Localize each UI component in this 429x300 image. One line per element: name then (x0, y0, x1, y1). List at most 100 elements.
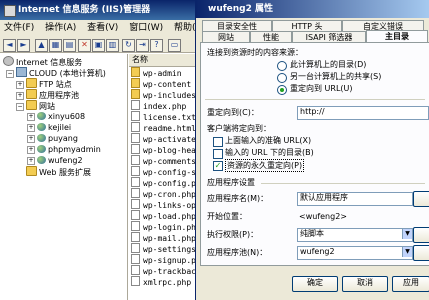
list-item[interactable]: wp-activate.php (131, 133, 195, 144)
properties-icon[interactable]: ▤ (63, 39, 76, 52)
refresh-icon[interactable]: ↻ (122, 39, 135, 52)
exec-permissions-select[interactable]: 纯脚本 ▼ (297, 228, 413, 242)
menu-bar: 文件(F) 操作(A) 查看(V) 窗口(W) 帮助(H) (0, 20, 195, 37)
website-icon (37, 134, 46, 142)
list-item[interactable]: wp-login.php (131, 221, 195, 232)
dialog-title: wufeng2 属性 (208, 4, 273, 14)
list-item[interactable]: wp-signup.php (131, 254, 195, 265)
file-icon (131, 221, 140, 231)
app-pool-value: wufeng2 (300, 247, 335, 256)
checkbox-below-url[interactable] (213, 149, 223, 159)
expand-icon[interactable]: + (27, 157, 35, 165)
configure-button-partial[interactable] (413, 227, 429, 243)
list-item[interactable]: wp-blog-header.php (131, 144, 195, 155)
exec-permissions-label: 执行权限(P)： (207, 230, 259, 239)
tree-node-site-selected[interactable]: + wufeng2 (27, 155, 83, 166)
list-item[interactable]: index.php (131, 100, 186, 111)
tree-node-server[interactable]: − CLOUD (本地计算机) (6, 67, 106, 78)
redirect-url-input[interactable]: http:// (297, 106, 429, 120)
radio-local-directory[interactable] (277, 61, 287, 71)
radio-redirect-url-label: 重定向到 URL(U) (290, 84, 353, 93)
menu-view[interactable]: 查看(V) (83, 20, 122, 37)
radio-redirect-url[interactable] (277, 85, 287, 95)
menu-action[interactable]: 操作(A) (41, 20, 80, 37)
apply-button[interactable]: 应用 (392, 276, 429, 292)
list-item[interactable]: wp-config-sample.php (131, 166, 195, 177)
tree-node-site[interactable]: + phpmyadmin (27, 144, 101, 155)
client-send-label: 客户端将定向到： (207, 124, 271, 133)
file-icon (131, 199, 140, 209)
file-icon (131, 100, 140, 110)
expand-icon[interactable]: + (27, 124, 35, 132)
folder-icon (26, 100, 37, 110)
list-item[interactable]: wp-cron.php (131, 188, 195, 199)
app-settings-label: 应用程序设置 (207, 178, 255, 187)
file-icon (131, 210, 140, 220)
delete-icon[interactable]: ✕ (78, 39, 91, 52)
checkbox-exact-url[interactable] (213, 137, 223, 147)
tree-node-websites[interactable]: − 网站 (16, 100, 55, 111)
file-icon (131, 111, 140, 121)
collapse-icon[interactable]: − (16, 103, 24, 111)
tree-node-site[interactable]: + kejilei (27, 122, 71, 133)
cancel-button[interactable]: 取消 (342, 276, 388, 292)
menu-help[interactable]: 帮助(H) (170, 20, 195, 37)
main-window-titlebar: Internet 信息服务 (IIS)管理器 (0, 0, 195, 20)
expand-icon[interactable]: + (27, 113, 35, 121)
checkbox-permanent-redirect[interactable]: ✓ (213, 161, 223, 171)
computer-icon[interactable]: ▭ (168, 39, 181, 52)
chevron-down-icon[interactable]: ▼ (402, 229, 412, 239)
up-folder-icon[interactable]: ▲ (35, 39, 48, 52)
list-item[interactable]: wp-comments-post.php (131, 155, 195, 166)
menu-window[interactable]: 窗口(W) (125, 20, 167, 37)
export-icon[interactable]: ⇥ (136, 39, 149, 52)
list-item[interactable]: readme.html (131, 122, 195, 133)
expand-icon[interactable]: + (16, 81, 24, 89)
show-tree-icon[interactable]: ▦ (49, 39, 62, 52)
list-item[interactable]: wp-settings.php (131, 243, 195, 254)
list-item[interactable]: wp-includes (131, 89, 195, 100)
copy-icon[interactable]: ▣ (92, 39, 105, 52)
tree-node-web-extensions[interactable]: Web 服务扩展 (16, 166, 91, 177)
list-item[interactable]: xmlrpc.php (131, 276, 191, 287)
back-icon[interactable]: ◄ (3, 39, 16, 52)
list-item[interactable]: wp-mail.php (131, 232, 195, 243)
list-item[interactable]: wp-admin (131, 67, 182, 78)
folder-icon (26, 78, 37, 88)
column-header-name[interactable]: 名称 (129, 54, 195, 67)
list-item[interactable]: wp-links-opml.php (131, 199, 195, 210)
paste-icon[interactable]: ▥ (106, 39, 119, 52)
collapse-icon[interactable]: − (6, 70, 14, 78)
list-item[interactable]: wp-trackback.php (131, 265, 195, 276)
expand-icon[interactable]: + (27, 146, 35, 154)
radio-network-share[interactable] (277, 73, 287, 83)
website-icon (37, 123, 46, 131)
forward-icon[interactable]: ► (17, 39, 30, 52)
expand-icon[interactable]: + (16, 92, 24, 100)
list-item[interactable]: wp-config.php (131, 177, 195, 188)
site-tree: Internet 信息服务 − CLOUD (本地计算机) + FTP 站点 + 应用… (0, 54, 128, 300)
tree-node-app-pools[interactable]: + 应用程序池 (16, 89, 79, 100)
expand-icon[interactable]: + (27, 135, 35, 143)
tree-node-site[interactable]: + xinyu608 (27, 111, 85, 122)
app-pool-select[interactable]: wufeng2 ▼ (297, 246, 413, 260)
computer-icon (16, 67, 27, 77)
unload-button-partial[interactable] (413, 245, 429, 261)
tree-node-root[interactable]: Internet 信息服务 (3, 56, 82, 67)
help-icon[interactable]: ? (150, 39, 163, 52)
remove-button-partial[interactable] (413, 191, 429, 207)
file-icon (131, 243, 140, 253)
list-item[interactable]: license.txt (131, 111, 195, 122)
tree-node-site[interactable]: + puyang (27, 133, 78, 144)
list-item[interactable]: wp-load.php (131, 210, 195, 221)
menu-file[interactable]: 文件(F) (0, 20, 38, 37)
file-icon (131, 177, 140, 187)
tree-node-ftp[interactable]: + FTP 站点 (16, 78, 72, 89)
ok-button[interactable]: 确定 (292, 276, 338, 292)
exec-permissions-value: 纯脚本 (300, 229, 324, 238)
chevron-down-icon[interactable]: ▼ (402, 247, 412, 257)
app-name-input[interactable]: 默认应用程序 (297, 192, 413, 206)
checkbox-below-url-label: 输入的 URL 下的目录(B) (225, 148, 314, 157)
list-item[interactable]: wp-content (131, 78, 191, 89)
checkbox-permanent-redirect-label: 资源的永久重定向(P) (225, 159, 305, 172)
